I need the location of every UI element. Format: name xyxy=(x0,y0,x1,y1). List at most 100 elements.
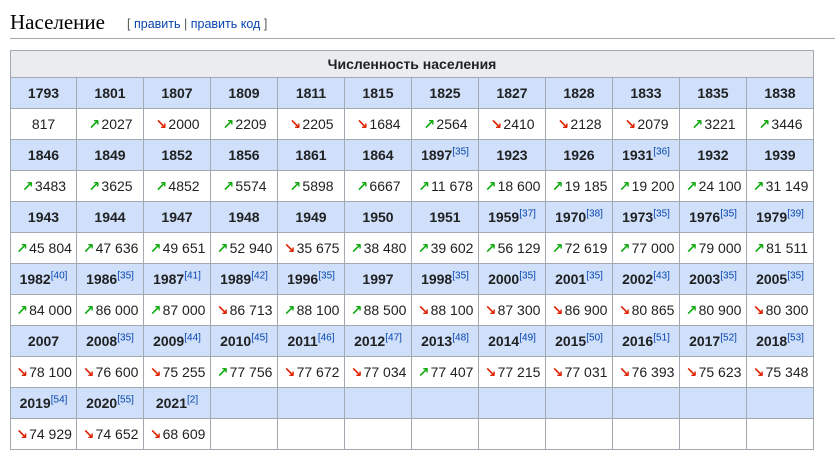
reference-link[interactable]: [35] xyxy=(452,270,469,281)
year-cell: 1807 xyxy=(143,77,211,109)
value-row: 817 ↗2027 ↘2000 ↗2209 ↘2205 ↘1684 ↗2564 ↘2410 ↘2… xyxy=(10,108,814,140)
arrow-up-right-icon: ↗ xyxy=(16,239,28,256)
reference-link[interactable]: [36] xyxy=(653,146,670,157)
arrow-down-right-icon: ↘ xyxy=(557,115,570,132)
arrow-up-right-icon: ↗ xyxy=(149,301,162,318)
reference-link[interactable]: [46] xyxy=(318,332,335,343)
reference-link[interactable]: [37] xyxy=(519,208,536,219)
reference-link[interactable]: [35] xyxy=(586,270,603,281)
arrow-up-right-icon: ↗ xyxy=(752,177,765,194)
population-value: 2128 xyxy=(570,115,602,132)
edit-link[interactable]: править xyxy=(134,17,181,31)
arrow-up-right-icon: ↗ xyxy=(350,239,363,256)
reference-link[interactable]: [40] xyxy=(51,270,68,281)
reference-link[interactable]: [35] xyxy=(318,270,335,281)
reference-link[interactable]: [2] xyxy=(187,394,198,405)
year-label: 2020 xyxy=(86,395,118,411)
year-cell: 1849 xyxy=(76,139,144,171)
reference-link[interactable]: [43] xyxy=(653,270,670,281)
population-cell: ↗80 900 xyxy=(679,294,747,326)
reference-link[interactable]: [38] xyxy=(586,208,603,219)
population-cell: ↗84 000 xyxy=(10,294,77,326)
arrow-down-right-icon: ↘ xyxy=(417,301,430,318)
population-value: 3625 xyxy=(101,177,133,194)
year-cell: 1951 xyxy=(411,201,479,233)
reference-link[interactable]: [35] xyxy=(720,208,737,219)
year-label: 2003 xyxy=(689,271,721,287)
edit-code-link[interactable]: править код xyxy=(191,17,261,31)
year-row: 2019[54] 2020[55] 2021[2] xyxy=(10,387,814,419)
empty-value-cell xyxy=(679,418,747,450)
arrow-up-right-icon: ↗ xyxy=(16,301,28,318)
section-heading: Население [ править | править код ] xyxy=(10,6,835,39)
empty-value-cell xyxy=(612,418,680,450)
year-label: 2008 xyxy=(86,333,118,349)
year-label: 1970 xyxy=(555,209,587,225)
population-cell: ↗77 407 xyxy=(411,356,479,388)
year-label: 1809 xyxy=(228,85,260,101)
arrow-up-right-icon: ↗ xyxy=(155,177,168,194)
year-cell: 1856 xyxy=(210,139,278,171)
reference-link[interactable]: [35] xyxy=(787,270,804,281)
population-cell: ↗38 480 xyxy=(344,232,412,264)
population-value: 80 900 xyxy=(698,301,742,318)
population-cell: ↗3625 xyxy=(76,170,144,202)
year-cell: 2002[43] xyxy=(612,263,680,295)
year-cell: 1947 xyxy=(143,201,211,233)
empty-value-cell xyxy=(277,418,345,450)
reference-link[interactable]: [35] xyxy=(653,208,670,219)
population-value: 19 200 xyxy=(631,177,675,194)
year-cell: 1939 xyxy=(746,139,814,171)
reference-link[interactable]: [35] xyxy=(452,146,469,157)
population-value: 45 804 xyxy=(29,239,72,256)
arrow-down-right-icon: ↘ xyxy=(484,363,497,380)
arrow-up-right-icon: ↗ xyxy=(418,177,430,194)
reference-link[interactable]: [52] xyxy=(720,332,737,343)
reference-link[interactable]: [45] xyxy=(251,332,268,343)
reference-link[interactable]: [35] xyxy=(720,270,737,281)
arrow-down-right-icon: ↘ xyxy=(618,301,631,318)
reference-link[interactable]: [54] xyxy=(51,394,68,405)
section-title: Население xyxy=(10,10,105,34)
reference-link[interactable]: [35] xyxy=(117,332,134,343)
reference-link[interactable]: [51] xyxy=(653,332,670,343)
year-label: 2012 xyxy=(354,333,386,349)
reference-link[interactable]: [49] xyxy=(519,332,536,343)
year-cell: 2016[51] xyxy=(612,325,680,357)
population-value: 84 000 xyxy=(29,301,72,318)
reference-link[interactable]: [55] xyxy=(117,394,134,405)
population-value: 1684 xyxy=(369,115,401,132)
year-label: 1973 xyxy=(622,209,654,225)
reference-link[interactable]: [47] xyxy=(385,332,402,343)
year-row: 1846 1849 1852 1856 1861 1864 1897[35] 1923 1926… xyxy=(10,139,814,171)
arrow-up-right-icon: ↗ xyxy=(22,177,34,194)
reference-link[interactable]: [48] xyxy=(452,332,469,343)
population-value: 39 602 xyxy=(430,239,474,256)
population-value: 2079 xyxy=(637,115,669,132)
year-label: 1949 xyxy=(295,209,327,225)
population-value: 77 034 xyxy=(363,363,407,380)
population-cell: ↘74 652 xyxy=(76,418,144,450)
population-cell: ↗39 602 xyxy=(411,232,479,264)
reference-link[interactable]: [44] xyxy=(184,332,201,343)
arrow-up-right-icon: ↗ xyxy=(691,115,704,132)
population-cell: ↘74 929 xyxy=(10,418,77,450)
population-value: 77 215 xyxy=(497,363,541,380)
population-value: 87 300 xyxy=(497,301,541,318)
reference-link[interactable]: [42] xyxy=(251,270,268,281)
year-cell: 1815 xyxy=(344,77,412,109)
value-row: ↗84 000 ↗86 000 ↗87 000 ↘86 713 ↗88 100 ↗88 5… xyxy=(10,294,814,326)
population-value: 19 185 xyxy=(564,177,608,194)
reference-link[interactable]: [50] xyxy=(586,332,603,343)
reference-link[interactable]: [41] xyxy=(184,270,201,281)
reference-link[interactable]: [39] xyxy=(787,208,804,219)
arrow-down-right-icon: ↘ xyxy=(283,239,296,256)
reference-link[interactable]: [53] xyxy=(787,332,804,343)
reference-link[interactable]: [35] xyxy=(117,270,134,281)
year-label: 1825 xyxy=(429,85,461,101)
year-label: 1932 xyxy=(697,147,729,163)
population-cell: ↗5898 xyxy=(277,170,345,202)
population-cell: ↘2079 xyxy=(612,108,680,140)
reference-link[interactable]: [35] xyxy=(519,270,536,281)
year-cell: 2012[47] xyxy=(344,325,412,357)
